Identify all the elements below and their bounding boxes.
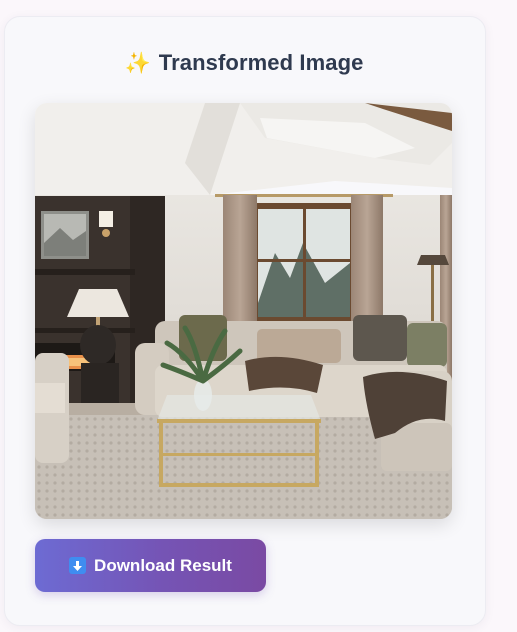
download-result-button[interactable]: Download Result — [35, 539, 266, 592]
living-room-illustration — [35, 103, 452, 519]
card-title: Transformed Image — [158, 50, 364, 75]
transformed-image — [35, 103, 452, 519]
download-arrow-icon — [69, 557, 87, 574]
card-header: ✨ Transformed Image — [0, 50, 488, 76]
sparkle-icon: ✨ — [124, 52, 151, 75]
download-result-label: Download Result — [94, 555, 232, 575]
